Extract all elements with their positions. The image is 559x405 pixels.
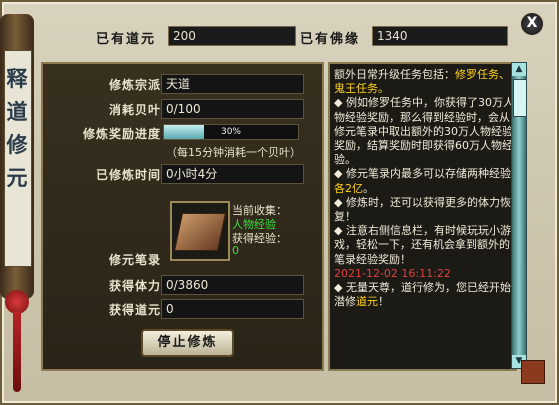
side-title: 释道修元 [6, 66, 28, 190]
log-line: ◆ 无量天尊，道行修为，您已经开始潜修道元！ [334, 281, 511, 309]
progress-text: 30% [220, 127, 241, 137]
log-line: ◆ 例如修罗任务中，你获得了30万人物经验奖励，那么得到经验时，会从修元笔录中取… [334, 96, 514, 167]
existing-dao-label: 已有道元 [96, 32, 157, 47]
scroll-thumb[interactable] [513, 79, 527, 117]
time-value: 0小时4分 [161, 164, 304, 184]
seal-stamp [521, 360, 545, 384]
progress-bar: 30% [163, 124, 299, 140]
red-tassel-ornament [13, 312, 21, 392]
log-scrollbar[interactable]: ▲ ▼ [511, 62, 527, 369]
stop-cultivation-button[interactable]: 停止修炼 [141, 329, 234, 357]
info-log: 额外日常升级任务包括：修罗任务、鬼王任务。 ◆ 例如修罗任务中，你获得了30万人… [334, 68, 514, 309]
stamina-label: 获得体力 [108, 279, 161, 293]
sect-label: 修炼宗派 [108, 78, 161, 92]
header-bar: 已有道元 200 已有佛缘 1340 [40, 20, 520, 52]
log-line: ◆ 注意右侧信息栏，有时候玩玩小游戏，轻松一下，还有机会拿到额外的笔录经验奖励！ [334, 224, 511, 266]
sect-value: 天道 [161, 74, 304, 94]
red-knot-ornament [5, 290, 29, 314]
side-scroll: 释道修元 [0, 14, 34, 299]
log-line: ◆ 修元笔录内最多可以存储两种经验各2亿。 [334, 167, 511, 195]
log-line: 额外日常升级任务包括：修罗任务、鬼王任务。 [334, 68, 510, 96]
record-book-icon [173, 213, 227, 251]
close-button[interactable]: X [519, 11, 545, 37]
scroll-up-icon[interactable]: ▲ [512, 63, 526, 76]
gain-label: 获得经验： [232, 232, 287, 245]
record-book-slot[interactable] [170, 201, 230, 261]
dao-gain-label: 获得道元 [108, 303, 161, 317]
time-label: 已修炼时间 [95, 168, 161, 182]
dao-gain-value: 0 [161, 299, 304, 319]
stamina-value: 0/3860 [161, 275, 304, 295]
cultivation-panel: 修炼宗派 天道 消耗贝叶 0/100 修炼奖励进度 30% （每15分钟消耗一个… [41, 62, 324, 371]
existing-buddha-value: 1340 [372, 26, 508, 46]
existing-buddha-label: 已有佛缘 [300, 32, 361, 47]
log-timestamp: 2021-12-02 16:11:22 [334, 266, 451, 280]
gain-value: 0 [232, 244, 239, 257]
info-log-panel: 额外日常升级任务包括：修罗任务、鬼王任务。 ◆ 例如修罗任务中，你获得了30万人… [328, 62, 517, 371]
log-line: ◆ 修炼时，还可以获得更多的体力恢复！ [334, 195, 511, 224]
shell-value: 0/100 [161, 99, 304, 119]
progress-label: 修炼奖励进度 [82, 127, 161, 141]
shell-label: 消耗贝叶 [108, 103, 161, 117]
record-label: 修元笔录 [108, 253, 161, 267]
consumption-note: （每15分钟消耗一个贝叶） [166, 146, 301, 159]
existing-dao-value: 200 [168, 26, 296, 46]
